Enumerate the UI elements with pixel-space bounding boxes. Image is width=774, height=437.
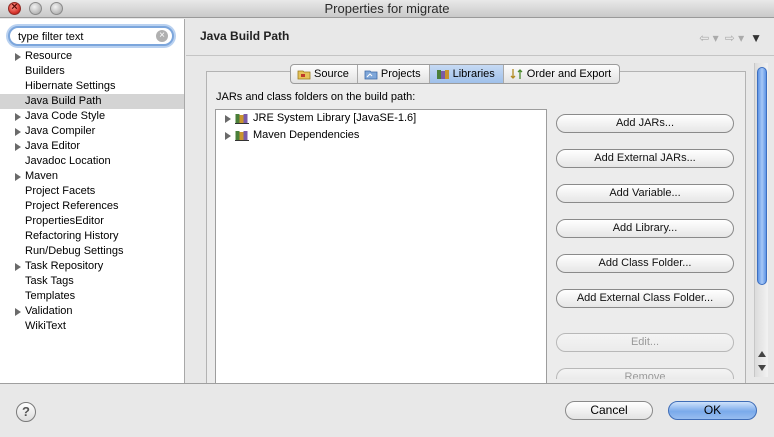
tab-label: Source: [314, 68, 349, 80]
tree-item-label: Javadoc Location: [25, 155, 111, 167]
tree-item-label: Maven: [25, 170, 59, 182]
back-arrow-icon[interactable]: ⇦ ▾: [699, 31, 718, 45]
library-jar-icon: [235, 114, 249, 124]
remove-button[interactable]: Remove: [556, 368, 734, 379]
expand-arrow-icon[interactable]: [15, 143, 21, 151]
page-title: Java Build Path: [200, 29, 290, 43]
add-variable-button[interactable]: Add Variable...: [556, 184, 734, 203]
tab-order-and-export[interactable]: Order and Export: [504, 65, 619, 83]
tree-item-wikitext[interactable]: WikiText: [0, 319, 184, 334]
build-path-page: Java Build Path ⇦ ▾ ⇨ ▾ ▼ Source Project…: [186, 19, 774, 383]
scroll-up-arrow-icon[interactable]: [758, 351, 766, 357]
property-pages-panel: × Resource Builders Hibernate Settings J…: [0, 19, 185, 383]
tab-label: Libraries: [452, 68, 495, 80]
tree-item-hibernate-settings[interactable]: Hibernate Settings: [0, 79, 184, 94]
tree-item-label: Run/Debug Settings: [25, 245, 124, 257]
clear-filter-icon[interactable]: ×: [156, 30, 168, 42]
scrollbar-thumb[interactable]: [757, 67, 767, 285]
tree-item-project-facets[interactable]: Project Facets: [0, 184, 184, 199]
tree-item-validation[interactable]: Validation: [0, 304, 184, 319]
tree-item-label: Task Repository: [25, 260, 104, 272]
view-menu-icon[interactable]: ▼: [750, 31, 762, 45]
tree-item-maven[interactable]: Maven: [0, 169, 184, 184]
filter-input[interactable]: [18, 29, 153, 44]
cancel-button[interactable]: Cancel: [565, 401, 653, 420]
add-jars-button[interactable]: Add JARs...: [556, 114, 734, 133]
tab-source[interactable]: Source: [291, 65, 358, 83]
filter-field[interactable]: ×: [8, 26, 174, 46]
tree-item-run-debug-settings[interactable]: Run/Debug Settings: [0, 244, 184, 259]
dialog-button-bar: ? Cancel OK: [0, 383, 774, 437]
tree-item-builders[interactable]: Builders: [0, 64, 184, 79]
expand-arrow-icon[interactable]: [15, 308, 21, 316]
vertical-scrollbar[interactable]: [754, 63, 768, 377]
tree-item-label: Hibernate Settings: [25, 80, 116, 92]
help-button[interactable]: ?: [16, 402, 36, 422]
add-external-jars-button[interactable]: Add External JARs...: [556, 149, 734, 168]
build-path-tabs: Source Projects Libraries Order and Expo…: [290, 64, 621, 84]
add-library-button[interactable]: Add Library...: [556, 219, 734, 238]
tree-item-java-compiler[interactable]: Java Compiler: [0, 124, 184, 139]
tab-projects[interactable]: Projects: [358, 65, 430, 83]
libraries-tree[interactable]: JRE System Library [JavaSE-1.6] Maven De…: [215, 109, 547, 383]
tree-item-templates[interactable]: Templates: [0, 289, 184, 304]
forward-arrow-icon[interactable]: ⇨ ▾: [725, 31, 744, 45]
tree-item-resource[interactable]: Resource: [0, 49, 184, 64]
tree-item-label: WikiText: [25, 320, 66, 332]
tab-libraries[interactable]: Libraries: [429, 65, 504, 83]
scroll-down-arrow-icon[interactable]: [758, 365, 766, 371]
property-pages-tree: Resource Builders Hibernate Settings Jav…: [0, 49, 184, 334]
history-navigation: ⇦ ▾ ⇨ ▾ ▼: [699, 31, 762, 45]
title-bar: Properties for migrate: [0, 0, 774, 18]
tree-item-label: Java Build Path: [25, 95, 102, 107]
tree-item-javadoc-location[interactable]: Javadoc Location: [0, 154, 184, 169]
expand-arrow-icon[interactable]: [225, 132, 231, 140]
library-label: JRE System Library [JavaSE-1.6]: [253, 112, 417, 124]
expand-arrow-icon[interactable]: [15, 53, 21, 61]
expand-arrow-icon[interactable]: [225, 115, 231, 123]
tree-item-java-code-style[interactable]: Java Code Style: [0, 109, 184, 124]
expand-arrow-icon[interactable]: [15, 113, 21, 121]
source-folder-icon: [297, 70, 311, 80]
tree-item-java-editor[interactable]: Java Editor: [0, 139, 184, 154]
tree-item-label: Refactoring History: [25, 230, 119, 242]
tree-item-label: Java Code Style: [25, 110, 106, 122]
tree-item-properties-editor[interactable]: PropertiesEditor: [0, 214, 184, 229]
tree-item-refactoring-history[interactable]: Refactoring History: [0, 229, 184, 244]
tree-item-java-build-path[interactable]: Java Build Path: [0, 94, 184, 109]
tree-item-label: Task Tags: [25, 275, 74, 287]
tree-item-project-references[interactable]: Project References: [0, 199, 184, 214]
library-item[interactable]: Maven Dependencies: [216, 127, 546, 144]
library-label: Maven Dependencies: [253, 129, 360, 141]
add-class-folder-button[interactable]: Add Class Folder...: [556, 254, 734, 273]
tree-item-label: Validation: [25, 305, 73, 317]
edit-button[interactable]: Edit...: [556, 333, 734, 352]
header-divider: [186, 55, 774, 56]
tree-item-task-tags[interactable]: Task Tags: [0, 274, 184, 289]
projects-icon: [364, 70, 378, 80]
tree-item-label: Project References: [25, 200, 119, 212]
tree-item-label: Builders: [25, 65, 65, 77]
ok-button[interactable]: OK: [668, 401, 757, 420]
libraries-icon: [436, 70, 449, 79]
add-external-class-folder-button[interactable]: Add External Class Folder...: [556, 289, 734, 308]
expand-arrow-icon[interactable]: [15, 128, 21, 136]
tab-label: Order and Export: [526, 68, 612, 80]
tree-item-label: Resource: [25, 50, 73, 62]
tree-item-label: Java Editor: [25, 140, 81, 152]
classpath-label: JARs and class folders on the build path…: [216, 91, 416, 103]
tab-label: Projects: [380, 68, 421, 80]
tree-item-label: Project Facets: [25, 185, 96, 197]
tree-item-label: Templates: [25, 290, 76, 302]
library-item[interactable]: JRE System Library [JavaSE-1.6]: [216, 110, 546, 127]
tree-item-label: Java Compiler: [25, 125, 96, 137]
tree-item-task-repository[interactable]: Task Repository: [0, 259, 184, 274]
expand-arrow-icon[interactable]: [15, 173, 21, 181]
library-jar-icon: [235, 131, 249, 141]
expand-arrow-icon[interactable]: [15, 263, 21, 271]
window-title: Properties for migrate: [324, 1, 450, 16]
tree-item-label: PropertiesEditor: [25, 215, 104, 227]
order-export-icon: [510, 69, 523, 79]
